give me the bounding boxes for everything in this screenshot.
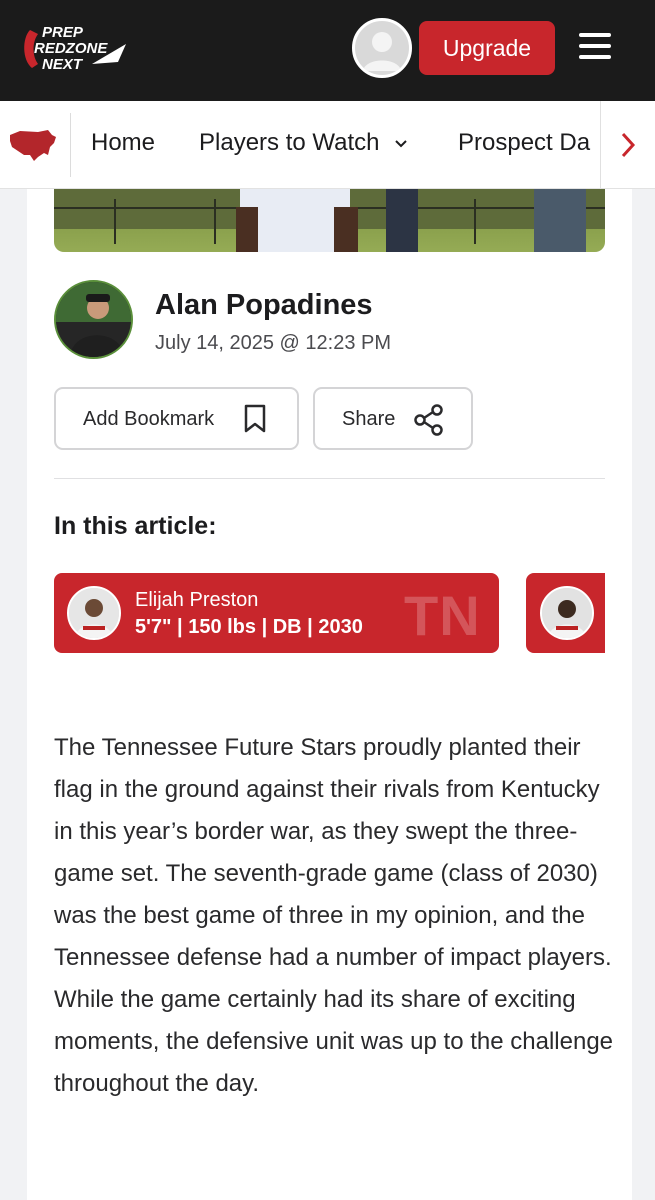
nav-scroll-right[interactable]	[600, 101, 655, 188]
in-this-article-heading: In this article:	[54, 512, 217, 540]
add-bookmark-label: Add Bookmark	[83, 408, 215, 430]
share-button[interactable]: Share	[313, 387, 473, 450]
user-avatar[interactable]	[352, 18, 412, 78]
player-avatar	[540, 586, 594, 640]
player-meta: 5'7" | 150 lbs | DB | 2030	[135, 616, 363, 638]
nav-item-label: Players to Watch	[199, 129, 380, 156]
usa-map-icon[interactable]	[8, 127, 58, 163]
player-card[interactable]: Elijah Preston 5'7" | 150 lbs | DB | 203…	[54, 573, 499, 653]
logo-line-1: PREP	[42, 24, 84, 41]
user-avatar-icon	[355, 21, 409, 75]
article-body-paragraph: The Tennessee Future Stars proudly plant…	[54, 734, 614, 1097]
share-label: Share	[342, 408, 396, 430]
hero-image	[54, 189, 605, 252]
author-name[interactable]: Alan Popadines	[155, 289, 373, 322]
nav-divider	[70, 113, 71, 177]
divider	[54, 478, 605, 479]
nav-item-home[interactable]: Home	[91, 129, 155, 157]
chevron-down-icon	[395, 139, 407, 148]
add-bookmark-button[interactable]: Add Bookmark	[54, 387, 299, 450]
publish-date: July 14, 2025 @ 12:23 PM	[155, 332, 391, 354]
share-icon	[414, 404, 443, 436]
bookmark-icon	[244, 404, 266, 433]
nav-item-prospect-database[interactable]: Prospect Da	[458, 129, 590, 157]
menu-icon[interactable]	[579, 33, 611, 63]
chevron-right-icon	[621, 132, 636, 158]
upgrade-button[interactable]: Upgrade	[419, 21, 555, 75]
nav-item-players-to-watch[interactable]: Players to Watch	[199, 129, 408, 157]
player-state: TN	[404, 584, 481, 647]
logo-line-2: REDZONE	[34, 40, 108, 57]
player-card-next[interactable]	[526, 573, 605, 653]
logo-line-3: NEXT	[42, 56, 84, 73]
player-name: Elijah Preston	[135, 589, 259, 611]
site-logo[interactable]: PREP REDZONE NEXT	[22, 20, 130, 76]
player-avatar	[67, 586, 121, 640]
article-card: Alan Popadines July 14, 2025 @ 12:23 PM …	[27, 189, 632, 1200]
author-avatar[interactable]	[54, 280, 133, 359]
top-header: PREP REDZONE NEXT Upgrade	[0, 0, 655, 101]
main-nav: Home Players to Watch Prospect Da	[0, 101, 655, 189]
